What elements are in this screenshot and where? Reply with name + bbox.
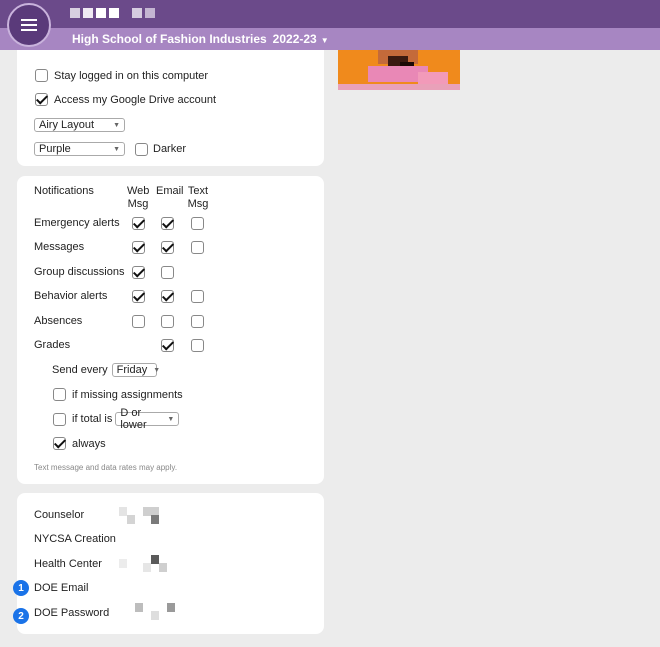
column-text-msg: Text Msg — [187, 185, 209, 210]
profile-photo — [338, 50, 460, 90]
send-day-select[interactable]: Friday ▼ — [111, 363, 161, 377]
layout-select[interactable]: Airy Layout ▼ — [34, 118, 125, 132]
always-label: always — [72, 437, 106, 450]
school-name: High School of Fashion Industries — [72, 32, 267, 46]
school-year: 2022-23 — [272, 32, 317, 46]
if-missing-label: if missing assignments — [72, 388, 183, 401]
chevron-down-icon: ▼ — [153, 366, 161, 374]
row-label-grades: Grades — [34, 339, 71, 351]
absences-web-checkbox[interactable] — [132, 315, 145, 328]
chevron-down-icon: ▼ — [113, 145, 120, 153]
chevron-down-icon: ▼ — [113, 121, 120, 129]
if-total-label: if total is — [72, 413, 113, 425]
emergency-web-checkbox[interactable] — [132, 217, 145, 230]
row-label-absences: Absences — [34, 315, 83, 327]
google-drive-label: Access my Google Drive account — [54, 93, 217, 106]
grades-email-checkbox[interactable] — [161, 339, 174, 352]
school-selector[interactable]: High School of Fashion Industries 2022-23… — [72, 32, 329, 46]
color-select-value: Purple — [39, 143, 71, 155]
doe-password-label: DOE Password — [34, 607, 110, 619]
behavior-web-checkbox[interactable] — [132, 290, 145, 303]
row-label-behavior: Behavior alerts — [34, 290, 108, 302]
data-rates-note: Text message and data rates may apply. — [34, 463, 178, 472]
contacts-card: Counselor NYCSA Creation Health Center D… — [17, 493, 324, 634]
doe-email-label: DOE Email — [34, 582, 89, 594]
settings-card: Stay logged in on this computer Access m… — [17, 50, 324, 166]
chevron-down-icon: ▼ — [320, 36, 329, 45]
nycsa-label: NYCSA Creation — [34, 533, 116, 545]
counselor-label: Counselor — [34, 509, 85, 521]
user-name-redacted — [70, 8, 155, 18]
send-every-label: Send every — [52, 364, 108, 376]
color-select[interactable]: Purple ▼ — [34, 142, 125, 156]
messages-text-checkbox[interactable] — [191, 241, 204, 254]
layout-select-value: Airy Layout — [39, 119, 95, 131]
group-email-checkbox[interactable] — [161, 266, 174, 279]
darker-label: Darker — [153, 143, 187, 155]
stay-logged-in-label: Stay logged in on this computer — [54, 69, 209, 82]
hamburger-icon — [21, 16, 37, 34]
darker-checkbox[interactable] — [135, 142, 148, 156]
messages-web-checkbox[interactable] — [132, 241, 145, 254]
annotation-badge-1: 1 — [13, 580, 29, 596]
chevron-down-icon: ▼ — [167, 415, 175, 423]
emergency-email-checkbox[interactable] — [161, 217, 174, 230]
if-total-checkbox[interactable] — [53, 412, 66, 426]
annotation-badge-2: 2 — [13, 608, 29, 624]
grade-threshold-select[interactable]: D or lower ▼ — [115, 407, 180, 431]
stay-logged-in-checkbox[interactable] — [35, 69, 48, 82]
google-drive-checkbox[interactable] — [35, 93, 48, 106]
emergency-text-checkbox[interactable] — [191, 217, 204, 230]
menu-button[interactable] — [7, 3, 51, 47]
absences-email-checkbox[interactable] — [161, 315, 174, 328]
notifications-title: Notifications — [34, 185, 94, 197]
row-label-emergency: Emergency alerts — [34, 217, 120, 229]
row-label-group-discussions: Group discussions — [34, 266, 125, 278]
grade-threshold-value: D or lower — [120, 407, 147, 431]
health-center-label: Health Center — [34, 558, 102, 570]
always-checkbox[interactable] — [53, 437, 66, 450]
behavior-email-checkbox[interactable] — [161, 290, 174, 303]
if-missing-checkbox[interactable] — [53, 388, 66, 401]
column-web-msg: Web Msg — [127, 185, 150, 210]
behavior-text-checkbox[interactable] — [191, 290, 204, 303]
group-web-checkbox[interactable] — [132, 266, 145, 279]
row-label-messages: Messages — [34, 241, 85, 253]
send-day-value: Friday — [116, 364, 148, 376]
messages-email-checkbox[interactable] — [161, 241, 174, 254]
grades-text-checkbox[interactable] — [191, 339, 204, 352]
column-email: Email — [156, 185, 184, 197]
absences-text-checkbox[interactable] — [191, 315, 204, 328]
notifications-card: Notifications Web Msg Email Text Msg Eme… — [17, 176, 324, 484]
